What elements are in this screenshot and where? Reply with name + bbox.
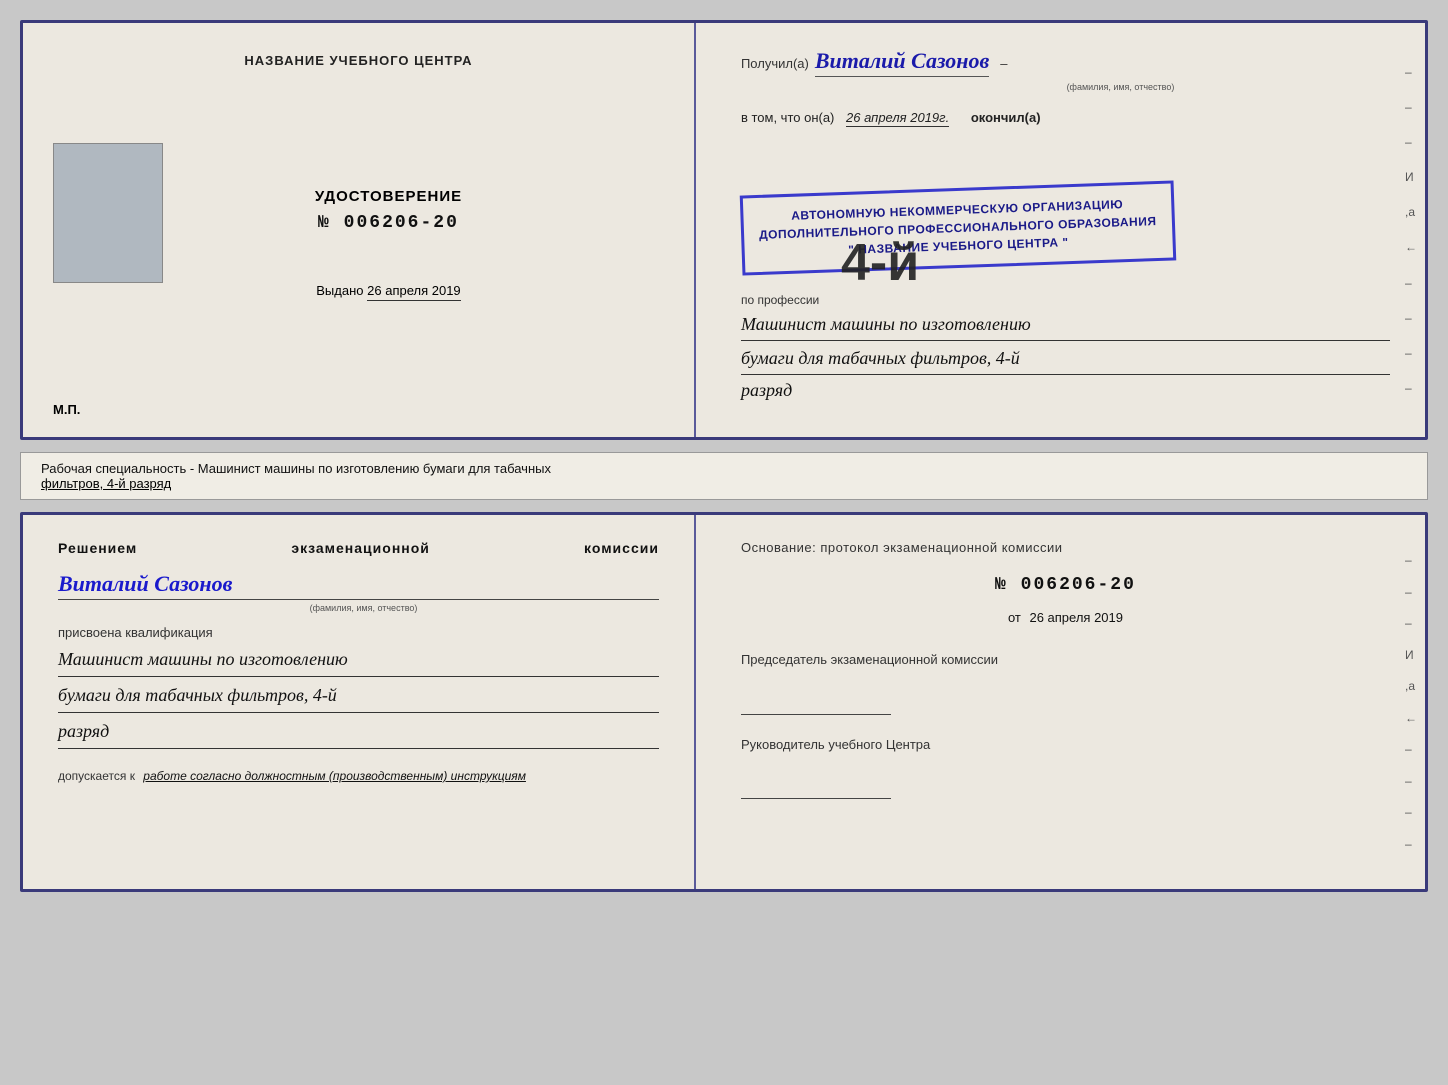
допускается-line: допускается к работе согласно должностны… xyxy=(58,769,659,783)
info-bar-text2: фильтров, 4-й разряд xyxy=(41,476,171,491)
exam-right: Основание: протокол экзаменационной коми… xyxy=(696,515,1425,889)
exam-heading: Решением экзаменационной комиссии xyxy=(58,540,659,556)
основание-label: Основание: протокол экзаменационной коми… xyxy=(741,540,1390,555)
qualification-line2: бумаги для табачных фильтров, 4-й xyxy=(58,682,659,713)
допускается-label: допускается к xyxy=(58,769,135,783)
left-section-title: НАЗВАНИЕ УЧЕБНОГО ЦЕНТРА xyxy=(244,53,472,68)
допускается-value: работе согласно должностным (производств… xyxy=(143,769,526,783)
exam-left: Решением экзаменационной комиссии Витали… xyxy=(23,515,696,889)
booklet-left: НАЗВАНИЕ УЧЕБНОГО ЦЕНТРА УДОСТОВЕРЕНИЕ №… xyxy=(23,23,696,437)
mp-label: М.П. xyxy=(53,402,80,417)
recipient-name: Виталий Сазонов xyxy=(815,48,989,77)
issued-date: 26 апреля 2019 xyxy=(367,283,461,301)
chairman-block: Председатель экзаменационной комиссии xyxy=(741,650,1390,715)
cert-title-block: УДОСТОВЕРЕНИЕ № 006206-20 xyxy=(315,188,462,233)
chairman-signature-line xyxy=(741,695,891,715)
vtom-label: в том, что он(а) xyxy=(741,110,834,125)
number-display: 4-й xyxy=(841,233,1448,293)
info-bar-text: Рабочая специальность - Машинист машины … xyxy=(41,461,551,491)
cert-number: № 006206-20 xyxy=(315,213,462,233)
exam-right-dashes: – – – И ,а ← – – – – xyxy=(1405,515,1417,889)
chairman-label: Председатель экзаменационной комиссии xyxy=(741,650,1390,670)
issued-line: Выдано 26 апреля 2019 xyxy=(316,283,460,298)
head-label: Руководитель учебного Центра xyxy=(741,735,1390,755)
page-wrapper: НАЗВАНИЕ УЧЕБНОГО ЦЕНТРА УДОСТОВЕРЕНИЕ №… xyxy=(20,20,1428,892)
qualification-line3: разряд xyxy=(58,718,659,749)
profession-line3: разряд xyxy=(741,380,1390,401)
cert-title: УДОСТОВЕРЕНИЕ xyxy=(315,188,462,205)
received-label: Получил(а) xyxy=(741,56,809,71)
photo-placeholder xyxy=(53,143,163,283)
completion-date: 26 апреля 2019г. xyxy=(846,110,949,127)
profession-line2: бумаги для табачных фильтров, 4-й xyxy=(741,346,1390,375)
vtom-line: в том, что он(а) 26 апреля 2019г. окончи… xyxy=(741,110,1390,125)
info-bar: Рабочая специальность - Машинист машины … xyxy=(20,452,1428,500)
по-профессии-label: по профессии xyxy=(741,293,1390,307)
присвоена-label: присвоена квалификация xyxy=(58,625,659,640)
exam-section: Решением экзаменационной комиссии Витали… xyxy=(20,512,1428,892)
issued-label: Выдано xyxy=(316,283,363,298)
ot-date-line: от 26 апреля 2019 xyxy=(741,610,1390,625)
booklet-right: Получил(а) Виталий Сазонов – (фамилия, и… xyxy=(696,23,1425,437)
руководитель-block: Руководитель учебного Центра xyxy=(741,735,1390,800)
exam-name-subtitle: (фамилия, имя, отчество) xyxy=(68,603,659,613)
name-subtitle-cert: (фамилия, имя, отчество) xyxy=(851,82,1390,92)
dash-after-name: – xyxy=(1000,56,1007,71)
head-signature-line xyxy=(741,779,891,799)
recipient-line: Получил(а) Виталий Сазонов – xyxy=(741,48,1390,77)
qualification-line1: Машинист машины по изготовлению xyxy=(58,646,659,677)
exam-person-name: Виталий Сазонов xyxy=(58,571,659,600)
certificate-booklet: НАЗВАНИЕ УЧЕБНОГО ЦЕНТРА УДОСТОВЕРЕНИЕ №… xyxy=(20,20,1428,440)
right-dashes: – – – И ,а ← – – – – xyxy=(1405,23,1417,437)
protocol-number: № 006206-20 xyxy=(741,575,1390,595)
okончил-label: окончил(а) xyxy=(971,110,1041,125)
profession-line1: Машинист машины по изготовлению xyxy=(741,312,1390,341)
